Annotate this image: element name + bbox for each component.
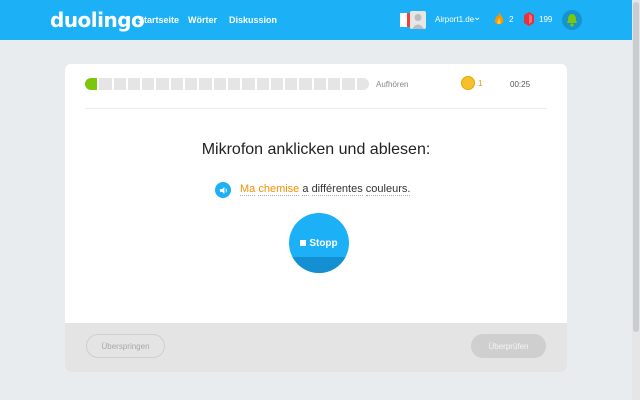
lingot-coin-icon <box>461 76 475 90</box>
progress-segment <box>113 78 126 90</box>
duolingo-logo[interactable]: duolingo <box>50 8 145 32</box>
progress-segment <box>156 78 169 90</box>
sentence-word[interactable]: différentes <box>311 183 363 196</box>
progress-segment <box>299 78 312 90</box>
stop-recording-label: Stopp <box>309 237 338 249</box>
progress-segment <box>256 78 269 90</box>
progress-segment <box>242 78 255 90</box>
stop-recording-button[interactable]: Stopp <box>289 213 349 273</box>
progress-segment <box>213 78 226 90</box>
check-button[interactable]: Überprüfen <box>471 334 546 358</box>
progress-segment <box>313 78 327 90</box>
progress-segment <box>342 78 355 90</box>
progress-segment <box>127 78 141 90</box>
coin-count: 1 <box>478 79 483 88</box>
flame-icon[interactable] <box>494 12 504 26</box>
scrollbar-thumb[interactable] <box>633 2 639 332</box>
speaker-icon <box>219 186 227 194</box>
username-label[interactable]: Airport1.de <box>435 15 474 24</box>
bell-icon <box>567 13 577 27</box>
page-scrollbar[interactable] <box>632 0 640 400</box>
sentence-word[interactable]: couleurs. <box>365 183 411 196</box>
progress-segment <box>142 78 155 90</box>
nav-discussion-link[interactable]: Diskussion <box>229 15 277 25</box>
progress-segment <box>199 78 212 90</box>
french-flag-icon[interactable] <box>400 13 410 27</box>
play-audio-button[interactable] <box>215 182 231 198</box>
sentence-word[interactable]: a <box>302 183 309 196</box>
skip-button[interactable]: Überspringen <box>86 334 165 358</box>
chevron-down-icon[interactable]: ⌄ <box>473 12 481 23</box>
sentence-word[interactable]: Ma <box>240 183 256 196</box>
progress-segment <box>227 78 241 90</box>
progress-segment <box>85 78 98 90</box>
quit-link[interactable]: Aufhören <box>376 80 408 89</box>
progress-segment <box>270 78 284 90</box>
lesson-card: Aufhören 1 00:25 Mikrofon anklicken und … <box>65 64 567 372</box>
notifications-button[interactable] <box>562 10 582 30</box>
progress-segment <box>285 78 298 90</box>
gems-count: 199 <box>539 15 553 24</box>
top-navigation-bar: duolingo Startseite Wörter Diskussion Ai… <box>0 0 640 40</box>
nav-words-link[interactable]: Wörter <box>188 15 217 25</box>
user-avatar-icon[interactable] <box>410 11 426 29</box>
nav-home-link[interactable]: Startseite <box>138 15 179 25</box>
progress-segment <box>328 78 341 90</box>
target-sentence: Ma chemise a différentes couleurs. <box>240 183 411 196</box>
header-divider <box>85 108 547 109</box>
streak-count: 2 <box>509 15 514 24</box>
lesson-footer: Überspringen Überprüfen <box>65 323 567 372</box>
progress-segment <box>185 78 198 90</box>
sentence-word[interactable]: chemise <box>258 183 300 196</box>
progress-segment <box>356 78 369 90</box>
challenge-prompt: Mikrofon anklicken und ablesen: <box>201 141 431 158</box>
lesson-timer: 00:25 <box>510 80 531 89</box>
progress-segment <box>170 78 184 90</box>
progress-segment <box>99 78 112 90</box>
stop-icon <box>300 240 307 246</box>
recording-level-fill <box>289 257 349 273</box>
lesson-progress-bar <box>85 78 369 90</box>
gem-icon[interactable] <box>524 12 534 26</box>
